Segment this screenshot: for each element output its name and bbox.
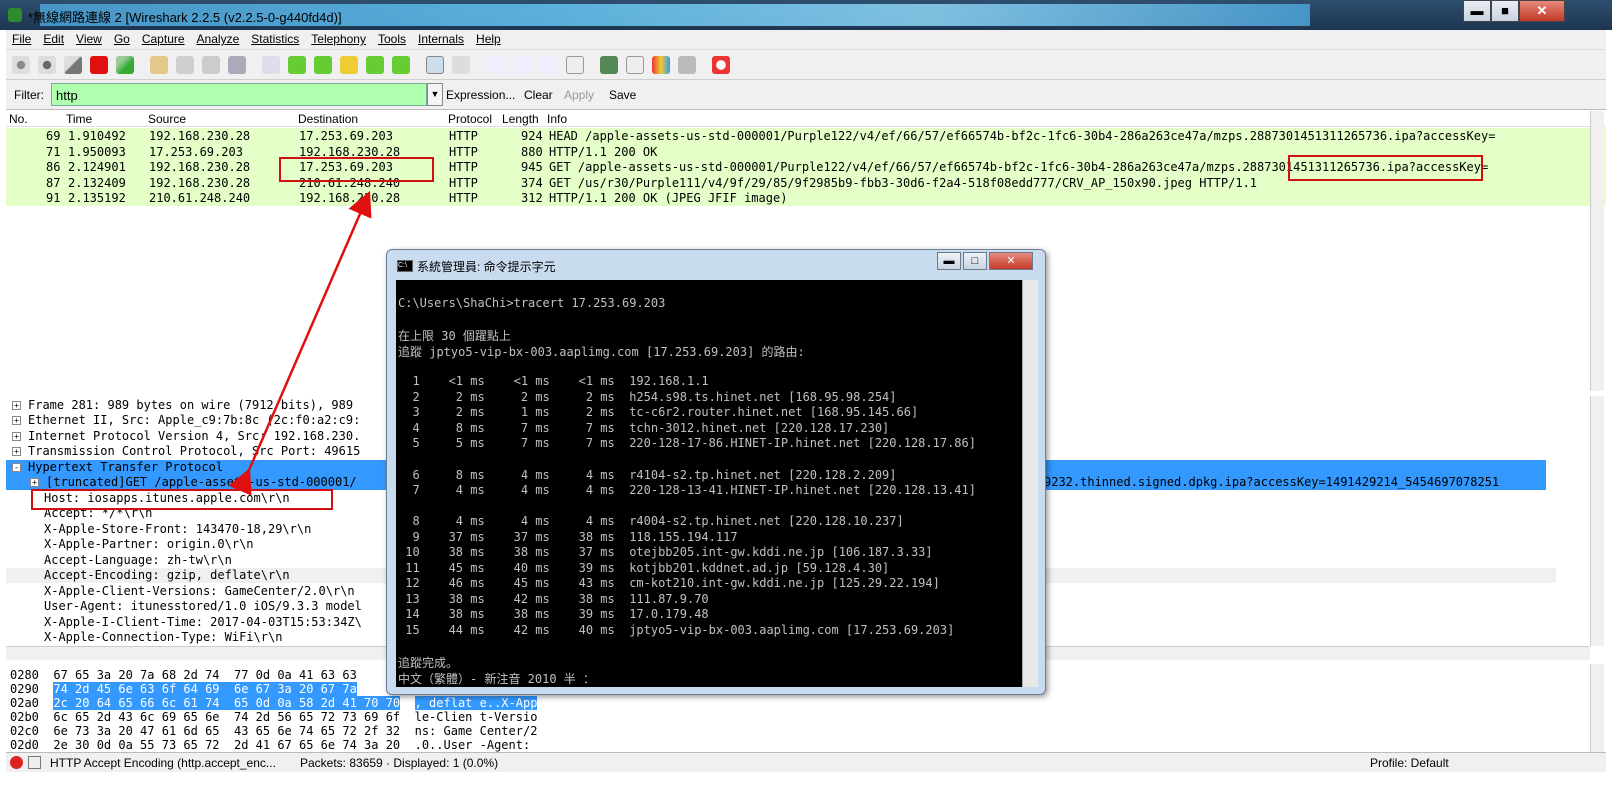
annotation-arrow [228,190,372,496]
